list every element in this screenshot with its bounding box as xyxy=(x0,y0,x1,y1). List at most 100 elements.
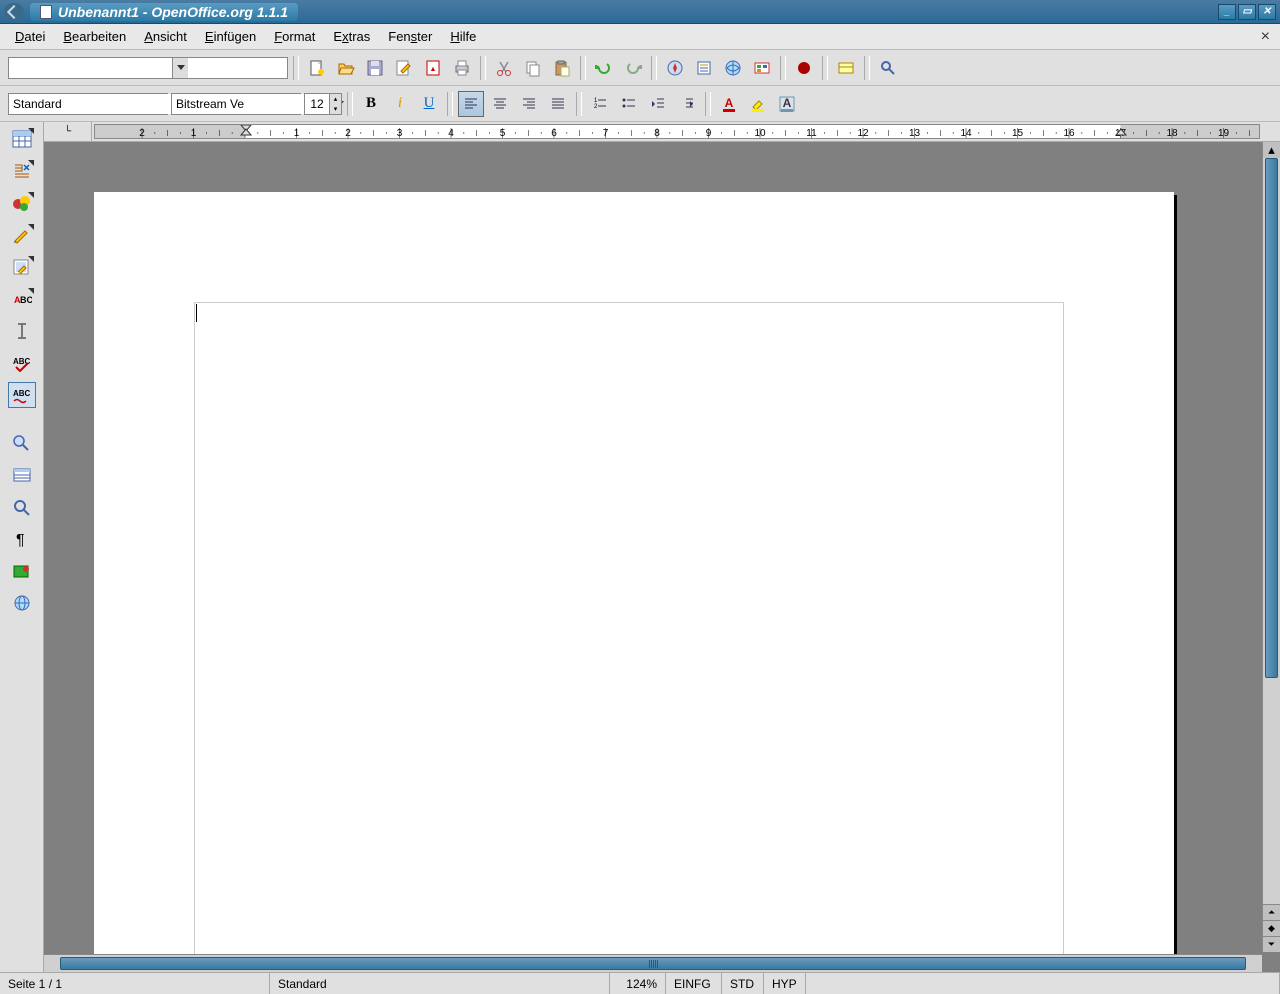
bold-button[interactable]: B xyxy=(358,91,384,117)
url-dropdown[interactable] xyxy=(172,58,188,78)
ruler-corner[interactable]: └ xyxy=(44,122,92,141)
insert-fields-button[interactable] xyxy=(8,158,36,184)
status-style[interactable]: Standard xyxy=(270,973,610,994)
url-combo[interactable] xyxy=(8,57,288,79)
status-page[interactable]: Seite 1 / 1 xyxy=(0,973,270,994)
find-button[interactable] xyxy=(875,55,901,81)
menu-format[interactable]: Format xyxy=(265,27,324,46)
insert-table-button[interactable] xyxy=(8,126,36,152)
cut-button[interactable] xyxy=(491,55,517,81)
align-justify-button[interactable] xyxy=(545,91,571,117)
page[interactable] xyxy=(94,192,1174,972)
svg-text:6: 6 xyxy=(551,128,557,138)
bullet-list-button[interactable] xyxy=(616,91,642,117)
paragraph-style-input[interactable] xyxy=(9,94,172,114)
svg-text:12: 12 xyxy=(857,128,869,138)
zoom-button[interactable] xyxy=(8,494,36,520)
paragraph-style-combo[interactable] xyxy=(8,93,168,115)
svg-text:1: 1 xyxy=(191,128,197,138)
font-size-up[interactable]: ▴ xyxy=(329,94,341,104)
font-name-combo[interactable] xyxy=(171,93,301,115)
text-cursor xyxy=(196,304,197,322)
right-indent-marker[interactable] xyxy=(1115,128,1127,139)
url-input[interactable] xyxy=(9,58,172,78)
underline-button[interactable]: U xyxy=(416,91,442,117)
maximize-button[interactable]: ▭ xyxy=(1238,4,1256,20)
svg-text:9: 9 xyxy=(706,128,712,138)
increase-indent-button[interactable] xyxy=(674,91,700,117)
nonprinting-chars-button[interactable]: ¶ xyxy=(8,526,36,552)
paste-button[interactable] xyxy=(549,55,575,81)
svg-text:1: 1 xyxy=(294,128,300,138)
export-pdf-button[interactable]: ▲ xyxy=(420,55,446,81)
status-hyphenation[interactable]: HYP xyxy=(764,973,806,994)
menu-bearbeiten[interactable]: Bearbeiten xyxy=(54,27,135,46)
print-button[interactable] xyxy=(449,55,475,81)
horizontal-ruler[interactable]: 2112345678910111213141516171819 xyxy=(94,124,1260,139)
auto-spellcheck-button[interactable]: ABC xyxy=(8,382,36,408)
insert-object-button[interactable] xyxy=(8,190,36,216)
highlight-button[interactable] xyxy=(745,91,771,117)
status-zoom[interactable]: 124% xyxy=(610,973,666,994)
close-document-button[interactable]: × xyxy=(1257,28,1274,46)
spellcheck-button[interactable]: ABC xyxy=(8,350,36,376)
navigator-button[interactable] xyxy=(662,55,688,81)
scroll-up-button[interactable]: ▴ xyxy=(1263,142,1280,158)
copy-button[interactable] xyxy=(520,55,546,81)
direct-cursor-button[interactable] xyxy=(8,318,36,344)
open-button[interactable] xyxy=(333,55,359,81)
undo-button[interactable] xyxy=(591,55,617,81)
menu-datei[interactable]: Datei xyxy=(6,27,54,46)
graphics-button[interactable] xyxy=(8,558,36,584)
vertical-scrollbar[interactable]: ▴ ▾ ⏶ ◆ ⏷ xyxy=(1262,142,1280,952)
status-empty xyxy=(806,973,1280,994)
record-macro-button[interactable] xyxy=(791,55,817,81)
main-toolbar: ▲ xyxy=(0,50,1280,86)
new-button[interactable] xyxy=(304,55,330,81)
prev-page-button[interactable]: ⏶ xyxy=(1263,904,1280,920)
status-selection-mode[interactable]: STD xyxy=(722,973,764,994)
next-page-button[interactable]: ⏷ xyxy=(1263,936,1280,952)
redo-button[interactable] xyxy=(620,55,646,81)
align-right-button[interactable] xyxy=(516,91,542,117)
horizontal-scrollbar[interactable] xyxy=(44,954,1262,972)
minimize-button[interactable]: _ xyxy=(1218,4,1236,20)
numbered-list-button[interactable]: 12 xyxy=(587,91,613,117)
font-size-spinner[interactable]: ▴▾ xyxy=(304,93,342,115)
decrease-indent-button[interactable] xyxy=(645,91,671,117)
left-indent-marker[interactable] xyxy=(240,128,252,139)
save-button[interactable] xyxy=(362,55,388,81)
menu-einfuegen[interactable]: Einfügen xyxy=(196,27,265,46)
online-layout-button[interactable] xyxy=(8,590,36,616)
edit-button[interactable] xyxy=(391,55,417,81)
menu-hilfe[interactable]: Hilfe xyxy=(441,27,485,46)
italic-button[interactable]: i xyxy=(387,91,413,117)
navigation-button[interactable]: ◆ xyxy=(1263,920,1280,936)
find-replace-button[interactable] xyxy=(8,430,36,456)
stylist-button[interactable] xyxy=(691,55,717,81)
menu-fenster[interactable]: Fenster xyxy=(379,27,441,46)
font-color-button[interactable]: A xyxy=(716,91,742,117)
vscroll-thumb[interactable] xyxy=(1265,158,1278,678)
align-left-button[interactable] xyxy=(458,91,484,117)
svg-text:15: 15 xyxy=(1012,128,1024,138)
gallery-button[interactable] xyxy=(749,55,775,81)
hscroll-thumb[interactable] xyxy=(60,957,1246,970)
document-canvas[interactable]: ▴ ▾ ⏶ ◆ ⏷ xyxy=(44,142,1280,972)
status-insert-mode[interactable]: EINFG xyxy=(666,973,722,994)
draw-functions-button[interactable] xyxy=(8,222,36,248)
datasources-button[interactable] xyxy=(833,55,859,81)
titlebar: Unbenannt1 - OpenOffice.org 1.1.1 _ ▭ ✕ xyxy=(0,0,1280,24)
data-sources-button[interactable] xyxy=(8,462,36,488)
align-center-button[interactable] xyxy=(487,91,513,117)
app-menu-button[interactable] xyxy=(4,3,24,21)
font-size-down[interactable]: ▾ xyxy=(329,104,341,114)
menu-ansicht[interactable]: Ansicht xyxy=(135,27,196,46)
close-button[interactable]: ✕ xyxy=(1258,4,1276,20)
hyperlink-button[interactable] xyxy=(720,55,746,81)
autotext-button[interactable]: ABC xyxy=(8,286,36,312)
menu-extras[interactable]: Extras xyxy=(324,27,379,46)
form-functions-button[interactable] xyxy=(8,254,36,280)
font-size-input[interactable] xyxy=(305,94,329,114)
background-color-button[interactable]: A xyxy=(774,91,800,117)
